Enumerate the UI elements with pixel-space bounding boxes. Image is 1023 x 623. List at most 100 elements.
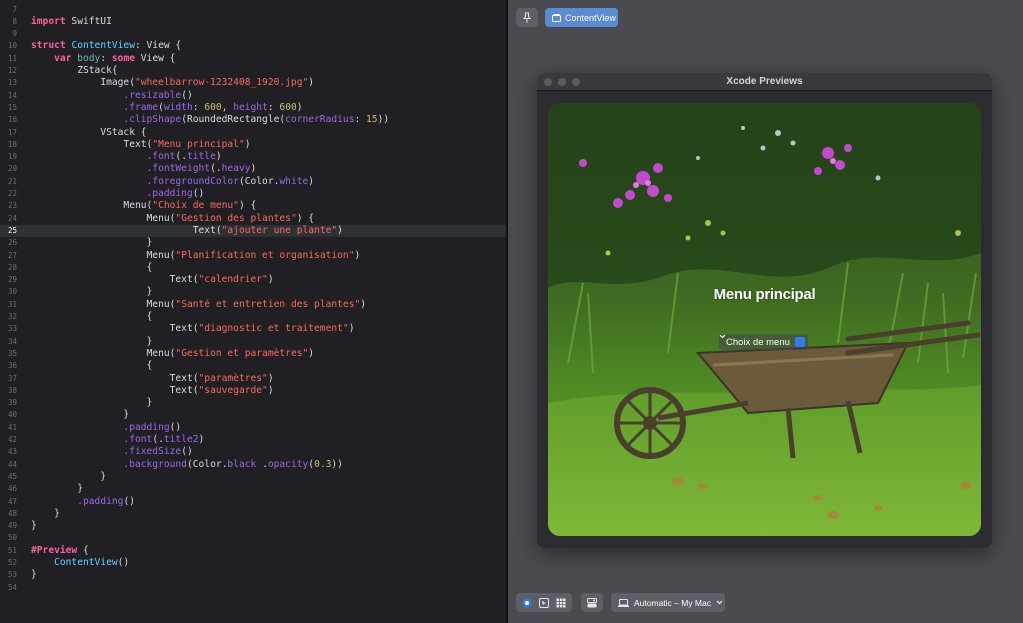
code-line[interactable]: 26 } [0, 237, 506, 249]
code-line[interactable]: 31 Menu("Santé et entretien des plantes"… [0, 299, 506, 311]
contentview-chip-label: ContentView [565, 12, 616, 23]
code-line[interactable]: 54 [0, 582, 506, 594]
code-line[interactable]: 44 .background(Color.black .opacity(0.3)… [0, 459, 506, 471]
code-line[interactable]: 24 Menu("Gestion des plantes") { [0, 213, 506, 225]
code-line[interactable]: 7 [0, 4, 506, 16]
code-token: ) [308, 347, 315, 359]
code-line[interactable]: 43 .fixedSize() [0, 446, 506, 458]
code-line[interactable]: 45 } [0, 471, 506, 483]
code-line[interactable]: 51 #Preview { [0, 545, 506, 557]
code-text: } [31, 409, 129, 421]
code-text: Text("ajouter une plante") [31, 225, 343, 237]
code-line[interactable]: 25 Text("ajouter une plante") [0, 224, 506, 238]
code-line[interactable]: 28 { [0, 262, 506, 274]
code-line[interactable]: 29 Text("calendrier") [0, 274, 506, 286]
code-text: .clipShape(RoundedRectangle(cornerRadius… [31, 114, 389, 126]
source-editor[interactable]: 7 8 import SwiftUI 9 10 struct ContentView: V… [0, 0, 506, 623]
code-line[interactable]: 21 .foregroundColor(Color.white) [0, 176, 506, 188]
pin-button[interactable] [516, 8, 538, 27]
code-line[interactable]: 35 Menu("Gestion et paramètres") [0, 348, 506, 360]
preview-window: Xcode Previews Menu principal Choix de m… [537, 73, 992, 548]
code-token: (. [210, 163, 222, 175]
code-text: } [31, 397, 153, 409]
code-line[interactable]: 20 .fontWeight(.heavy) [0, 163, 506, 175]
code-line[interactable]: 30 } [0, 286, 506, 298]
code-token: View { [135, 52, 176, 64]
code-line[interactable]: 37 Text("paramètres") [0, 373, 506, 385]
code-line[interactable]: 36 { [0, 360, 506, 372]
code-line[interactable]: 33 Text("diagnostic et traitement") [0, 323, 506, 335]
code-line[interactable]: 23 Menu("Choix de menu") { [0, 200, 506, 212]
line-number: 42 [7, 435, 17, 444]
code-line[interactable]: 38 Text("sauvegarde") [0, 385, 506, 397]
code-line[interactable]: 40 } [0, 409, 506, 421]
code-token: ) [360, 298, 367, 310]
code-token: .fontWeight [146, 163, 211, 175]
choix-de-menu-button[interactable]: Choix de menu [719, 334, 808, 350]
code-line[interactable]: 48 } [0, 508, 506, 520]
code-line[interactable]: 53} [0, 569, 506, 581]
line-number: 26 [7, 238, 17, 248]
code-line[interactable]: 10 struct ContentView: View { [0, 40, 506, 52]
line-number: 10 [7, 41, 17, 51]
code-text: } [31, 508, 60, 520]
code-line[interactable]: 49} [0, 520, 506, 532]
code-line[interactable]: 34 } [0, 336, 506, 348]
code-token: )) [331, 458, 343, 470]
code-line[interactable]: 13 Image("wheelbarrow-1232408_1920.jpg") [0, 77, 506, 89]
code-token: ContentView [71, 40, 135, 52]
code-text: } [31, 336, 153, 348]
code-line[interactable]: 52 ContentView() [0, 557, 506, 569]
line-number: 52 [7, 558, 17, 567]
code-line[interactable]: 47 .padding() [0, 496, 506, 508]
code-line[interactable]: 11 var body: some View { [0, 53, 506, 65]
device-settings-icon [587, 597, 597, 607]
code-line[interactable]: 16 .clipShape(RoundedRectangle(cornerRad… [0, 114, 506, 126]
code-line[interactable]: 46 } [0, 483, 506, 495]
code-line[interactable]: 39 } [0, 397, 506, 409]
code-token: some [111, 52, 135, 64]
code-text: Text("diagnostic et traitement") [31, 323, 355, 335]
code-line[interactable]: 27 Menu("Planification et organisation") [0, 250, 506, 262]
device-selector[interactable]: Automatic – My Mac [611, 593, 725, 612]
code-token: } [31, 520, 37, 532]
code-line[interactable]: 19 .font(.title) [0, 151, 506, 163]
code-token: Menu( [146, 298, 176, 310]
code-token: "wheelbarrow-1232408_1920.jpg" [134, 77, 309, 89]
code-line[interactable]: 32 { [0, 311, 506, 323]
live-mode-icon[interactable] [522, 598, 532, 608]
code-line[interactable]: 18 Text("Menu principal") [0, 139, 506, 151]
code-line[interactable]: 9 [0, 28, 506, 40]
code-token: .frame [123, 101, 159, 113]
code-token: ) [354, 249, 361, 261]
device-settings-button[interactable] [581, 593, 603, 612]
code-line[interactable]: 8 import SwiftUI [0, 16, 506, 28]
code-line[interactable]: 14 .resizable() [0, 90, 506, 102]
code-text: .font(.title2) [31, 434, 204, 446]
variants-icon[interactable] [556, 598, 566, 608]
code-line[interactable]: 50 [0, 532, 506, 544]
code-token: ) [267, 274, 274, 286]
code-line[interactable]: 42 .font(.title2) [0, 434, 506, 446]
line-number: 11 [7, 53, 17, 63]
code-line[interactable]: 22 .padding() [0, 188, 506, 200]
line-number: 40 [7, 410, 17, 420]
code-line[interactable]: 12 ZStack{ [0, 65, 506, 77]
line-number: 24 [7, 213, 17, 223]
selectable-mode-icon[interactable] [539, 597, 549, 608]
code-line[interactable]: 17 VStack { [0, 127, 506, 139]
code-text: { [31, 360, 153, 372]
code-token: ) [198, 434, 205, 445]
code-line[interactable]: 15 .frame(width: 600, height: 600) [0, 102, 506, 114]
line-number: 32 [7, 312, 17, 321]
contentview-chip[interactable]: ContentView [545, 8, 618, 27]
code-line[interactable]: 41 .padding() [0, 422, 506, 434]
